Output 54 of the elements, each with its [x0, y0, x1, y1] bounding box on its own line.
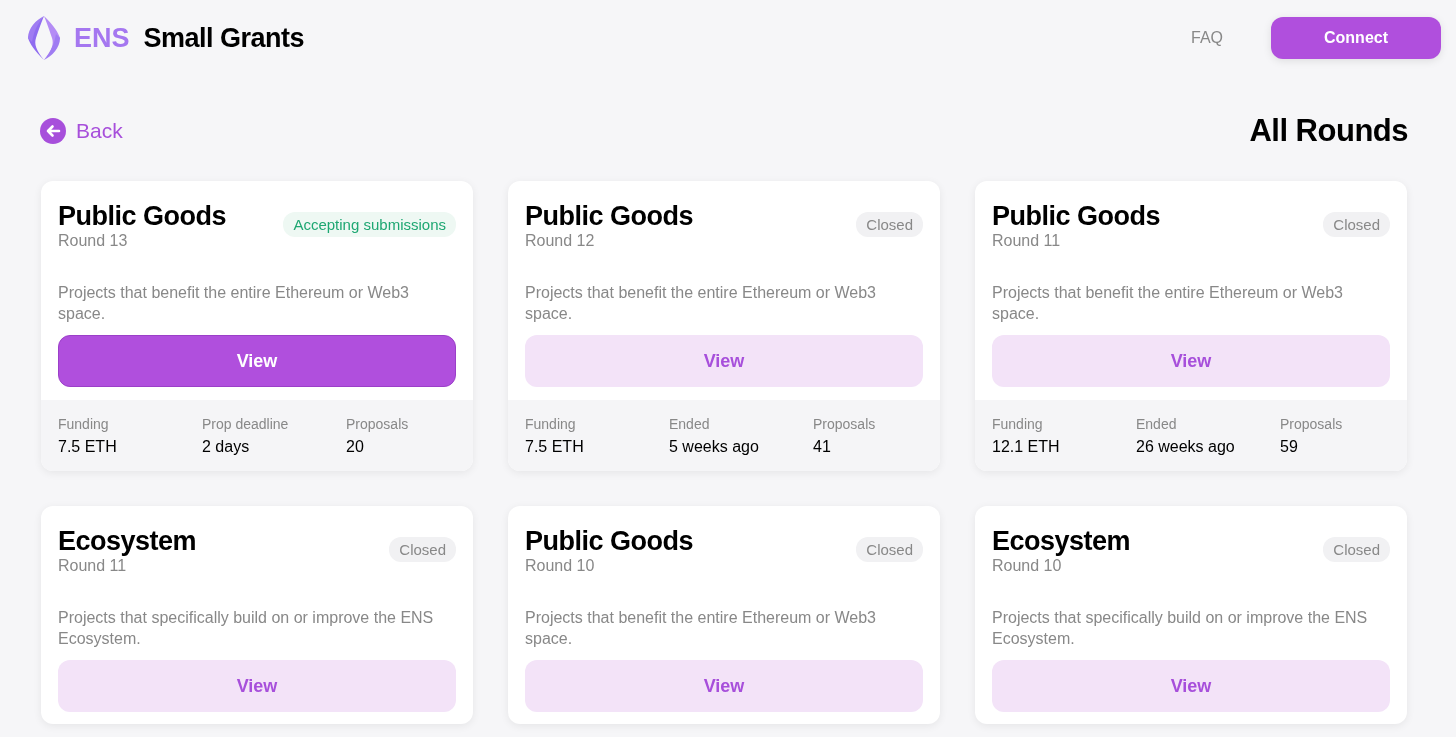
stat-label: Funding	[525, 416, 577, 432]
view-button[interactable]: View	[525, 335, 923, 387]
round-description: Projects that benefit the entire Ethereum or Web3 space.	[58, 283, 410, 324]
stat-value: 5 weeks ago	[669, 438, 760, 456]
stat-value: 41	[813, 438, 832, 456]
view-button[interactable]: View	[58, 660, 456, 712]
round-number: Round 11	[992, 232, 1062, 250]
round-number: Round 12	[525, 232, 596, 250]
stat-value: 12.1 ETH	[992, 438, 1061, 456]
round-number: Round 10	[525, 557, 596, 575]
site-title: Small Grants	[143, 22, 305, 54]
status-badge: Closed	[856, 212, 923, 237]
round-title: Public Goods	[58, 200, 226, 232]
back-link[interactable]: Back	[40, 118, 123, 144]
round-title: Ecosystem	[992, 525, 1131, 557]
round-number: Round 11	[58, 557, 128, 575]
view-button[interactable]: View	[992, 660, 1390, 712]
round-title: Public Goods	[525, 525, 693, 557]
view-button[interactable]: View	[58, 335, 456, 387]
stat-label: Funding	[58, 416, 110, 432]
faq-link[interactable]: FAQ	[1191, 29, 1223, 47]
round-title: Public Goods	[992, 200, 1160, 232]
stat-label: Funding	[992, 416, 1044, 432]
status-badge: Closed	[1323, 537, 1390, 562]
page-title: All Rounds	[1249, 113, 1408, 149]
status-badge: Closed	[856, 537, 923, 562]
status-badge: Closed	[1323, 212, 1390, 237]
status-badge: Closed	[389, 537, 456, 562]
round-description: Projects that specifically build on or improve the ENS Ecosystem.	[58, 608, 435, 649]
stat-label: Proposals	[813, 416, 877, 432]
stat-value: 7.5 ETH	[525, 438, 585, 456]
round-title: Public Goods	[525, 200, 693, 232]
connect-button[interactable]: Connect	[1271, 17, 1441, 59]
stat-label: Ended	[1136, 416, 1178, 432]
round-description: Projects that benefit the entire Ethereum or Web3 space.	[992, 283, 1344, 324]
stat-label: Ended	[669, 416, 711, 432]
stat-value: 20	[346, 438, 365, 456]
stat-label: Prop deadline	[202, 416, 290, 432]
round-description: Projects that specifically build on or improve the ENS Ecosystem.	[992, 608, 1369, 649]
round-number: Round 10	[992, 557, 1063, 575]
stat-label: Proposals	[346, 416, 410, 432]
stat-value: 59	[1280, 438, 1299, 456]
stat-value: 7.5 ETH	[58, 438, 118, 456]
status-badge: Accepting submissions	[283, 212, 456, 237]
round-number: Round 13	[58, 232, 129, 250]
view-button[interactable]: View	[525, 660, 923, 712]
round-description: Projects that benefit the entire Ethereum or Web3 space.	[525, 608, 877, 649]
stat-value: 2 days	[202, 438, 251, 456]
logo-text: ENS	[74, 22, 130, 54]
view-button[interactable]: View	[992, 335, 1390, 387]
round-description: Projects that benefit the entire Ethereum or Web3 space.	[525, 283, 877, 324]
round-title: Ecosystem	[58, 525, 197, 557]
stat-label: Proposals	[1280, 416, 1344, 432]
stat-value: 26 weeks ago	[1136, 438, 1236, 456]
